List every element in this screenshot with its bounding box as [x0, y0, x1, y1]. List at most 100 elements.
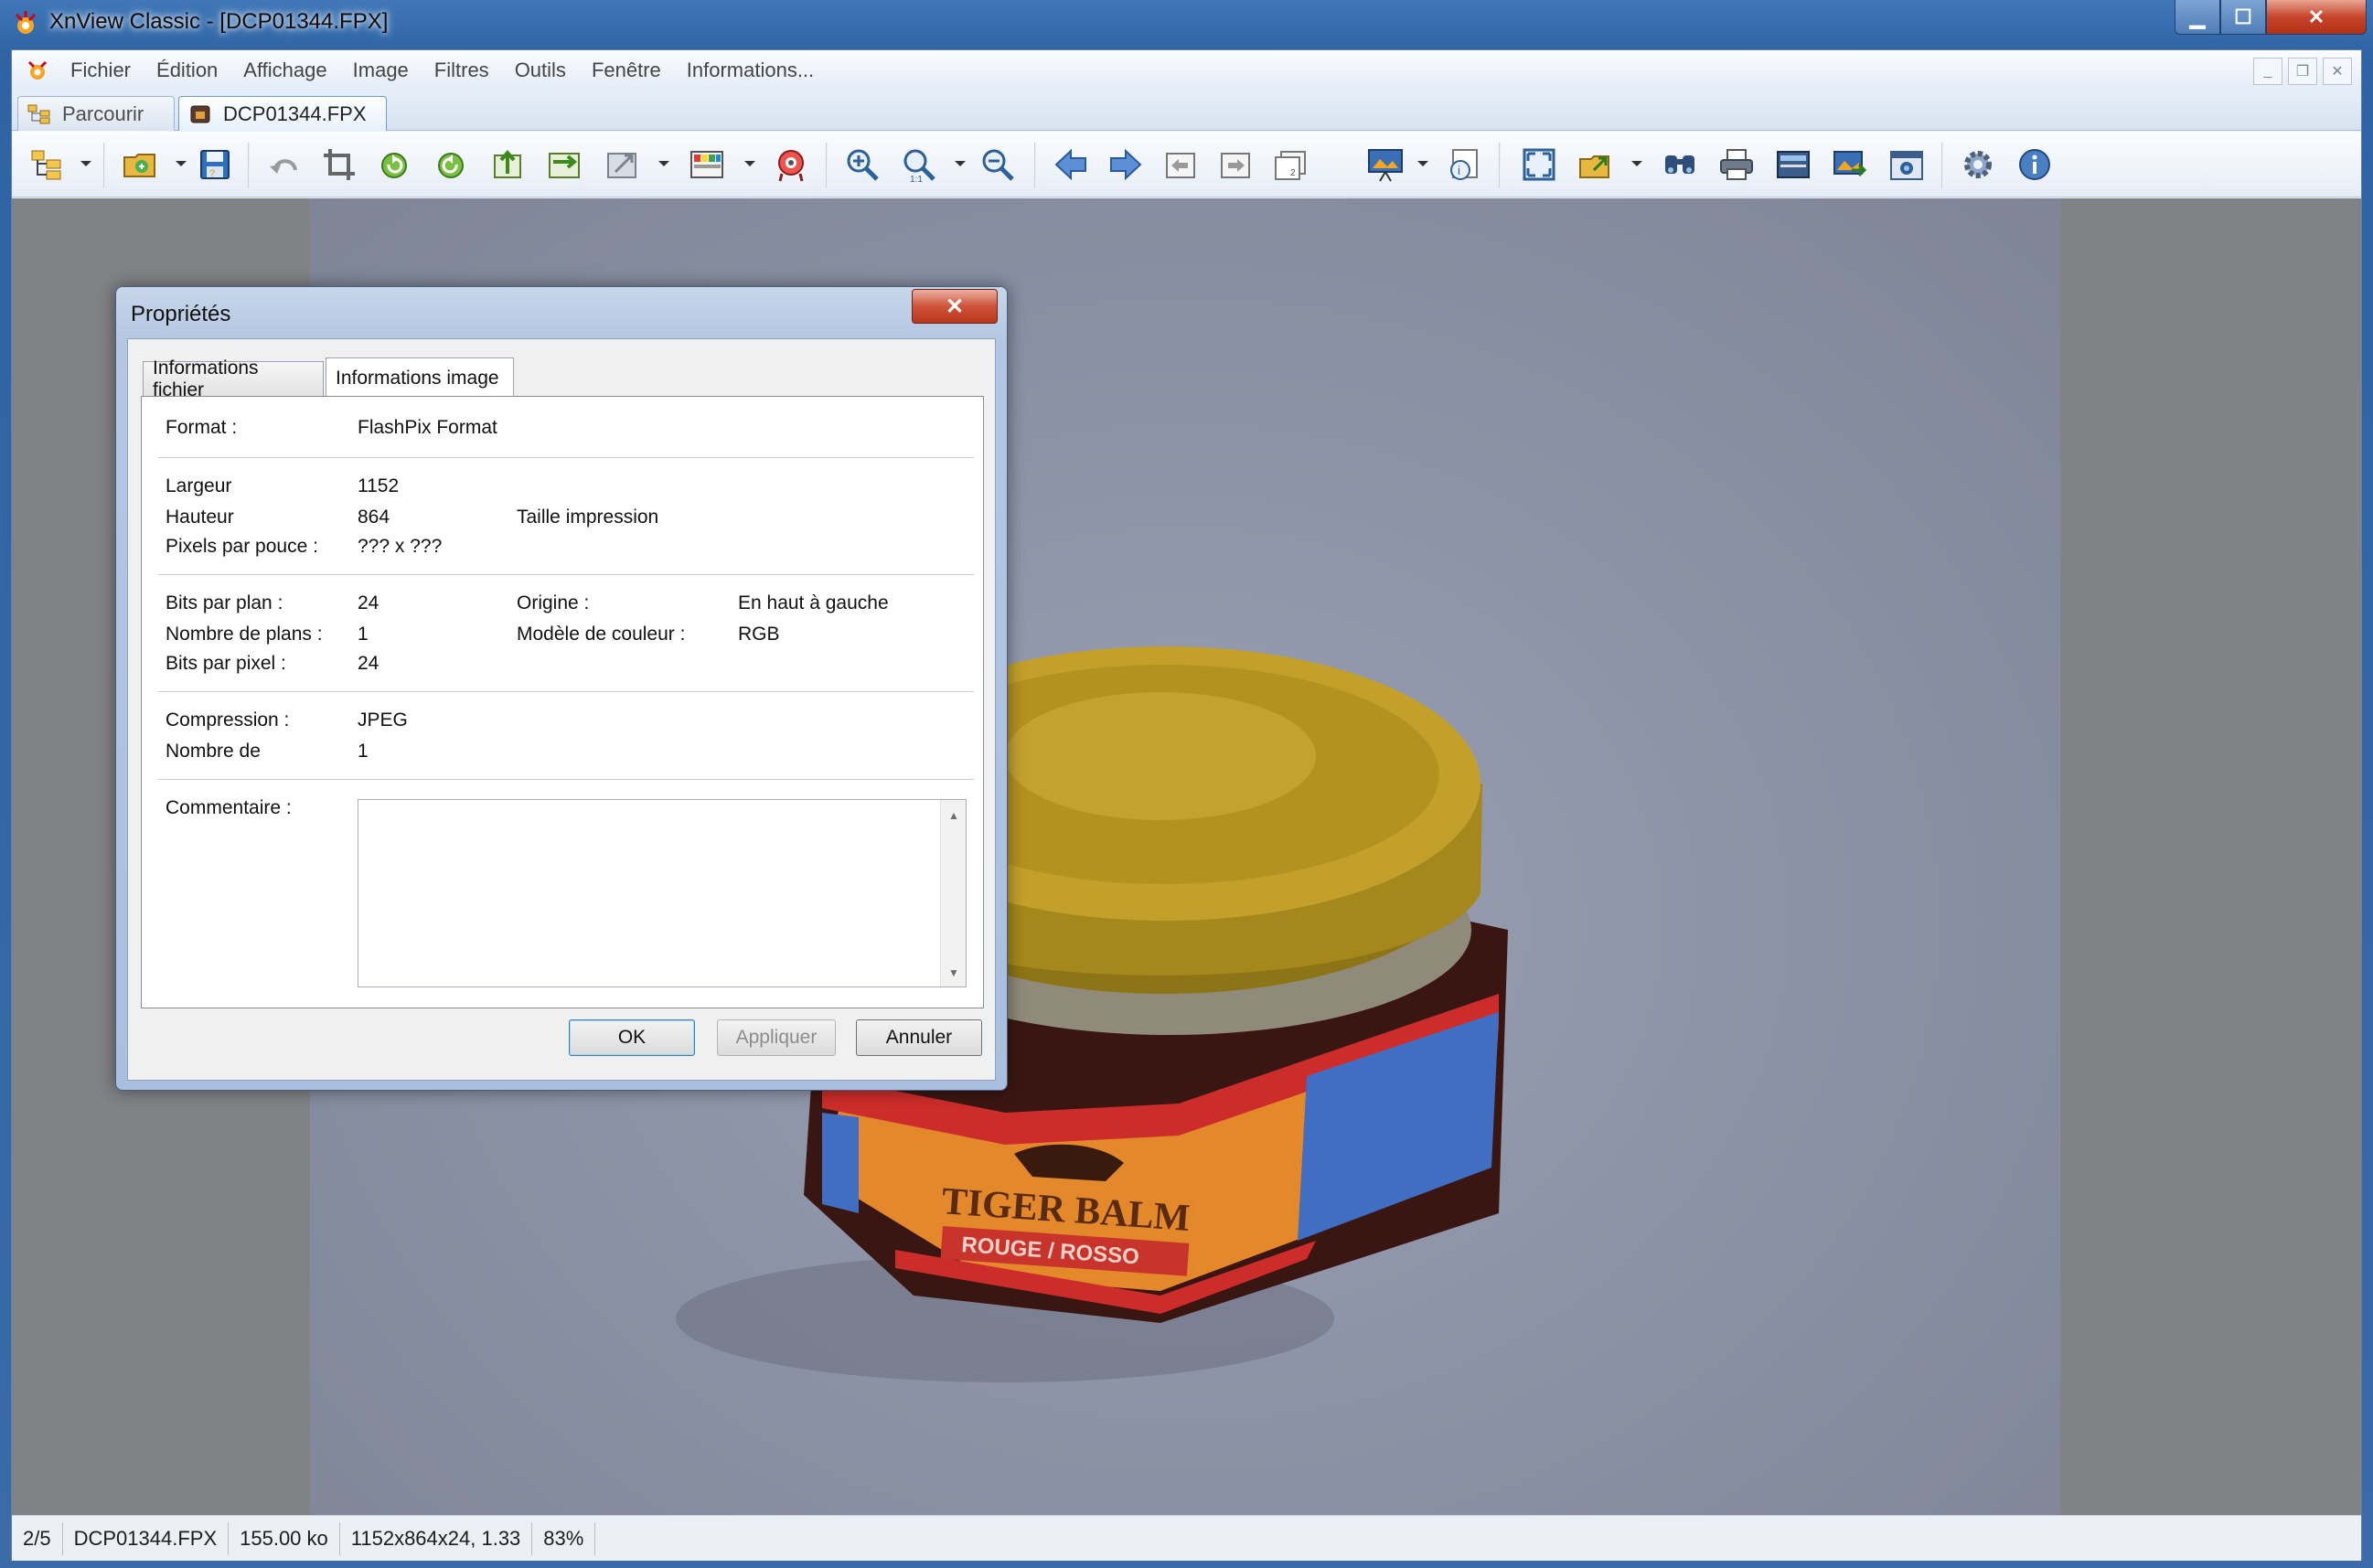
status-filename: DCP01344.FPX — [63, 1521, 230, 1555]
close-window-button[interactable]: ✕ — [2266, 0, 2367, 35]
comment-scrollbar[interactable]: ▲ ▼ — [940, 800, 966, 987]
menu-fenetre[interactable]: Fenêtre — [579, 59, 674, 82]
count-value: 1 — [358, 741, 369, 762]
properties-dialog: Propriétés ✕ Informations fichier Inform… — [115, 286, 1008, 1091]
next-arrow-icon[interactable] — [1106, 144, 1146, 185]
tab-file-info[interactable]: Informations fichier — [143, 357, 324, 400]
status-filesize: 155.00 ko — [229, 1521, 340, 1555]
export-icon[interactable] — [487, 144, 528, 185]
wallpaper-icon[interactable] — [1830, 144, 1870, 185]
svg-text:1:1: 1:1 — [910, 175, 923, 183]
chevron-down-icon[interactable] — [1630, 159, 1643, 168]
bits-per-plane-value: 24 — [358, 592, 379, 613]
red-eye-icon[interactable] — [771, 144, 811, 185]
tab-dcp01344[interactable]: DCP01344.FPX — [178, 96, 387, 131]
find-icon[interactable] — [1660, 144, 1700, 185]
origin-label: Origine : — [517, 592, 590, 613]
title-bar: XnView Classic - [DCP01344.FPX] ▁ ☐ ✕ — [0, 0, 2373, 48]
comment-textarea[interactable]: ▲ ▼ — [358, 799, 967, 987]
previous-arrow-icon[interactable] — [1051, 144, 1091, 185]
color-model-value: RGB — [738, 624, 780, 645]
menu-edition[interactable]: Édition — [144, 59, 230, 82]
xnview-logo-icon — [15, 11, 37, 34]
color-model-label: Modèle de couleur : — [517, 624, 686, 645]
toolbar-separator — [1034, 143, 1036, 188]
dialog-close-button[interactable]: ✕ — [912, 289, 998, 324]
svg-text:i: i — [1458, 164, 1460, 177]
toolbar-separator — [826, 143, 828, 188]
menu-outils[interactable]: Outils — [502, 59, 579, 82]
mdi-close-button[interactable]: ✕ — [2323, 58, 2352, 85]
zoom-in-icon[interactable] — [842, 144, 882, 185]
origin-value: En haut à gauche — [738, 592, 889, 613]
scroll-down-icon[interactable]: ▼ — [948, 966, 959, 979]
print-icon[interactable] — [1716, 144, 1757, 185]
ok-button[interactable]: OK — [569, 1019, 695, 1056]
mdi-restore-button[interactable]: ❐ — [2288, 58, 2317, 85]
crop-icon[interactable] — [319, 144, 359, 185]
status-bar: 2/5 DCP01344.FPX 155.00 ko 1152x864x24, … — [12, 1515, 2361, 1561]
scroll-up-icon[interactable]: ▲ — [948, 809, 959, 822]
adjust-colors-icon[interactable] — [687, 144, 727, 185]
plane-count-value: 1 — [358, 624, 369, 645]
browser-tree-icon — [27, 104, 50, 123]
app-menu-icon[interactable] — [25, 58, 50, 83]
mdi-controls: _ ❐ ✕ — [2253, 58, 2352, 85]
toolbar-separator — [248, 143, 250, 188]
menu-informations[interactable]: Informations... — [674, 59, 827, 82]
mdi-minimize-button[interactable]: _ — [2253, 58, 2282, 85]
tab-parcourir[interactable]: Parcourir — [17, 96, 175, 131]
image-info-panel: Format : FlashPix Format Largeur 1152 Ha… — [141, 396, 984, 1008]
minimize-button[interactable]: ▁ — [2175, 0, 2220, 35]
browser-tree-icon[interactable] — [27, 144, 67, 185]
menu-image[interactable]: Image — [340, 59, 422, 82]
open-folder-icon[interactable] — [120, 144, 160, 185]
zoom-out-icon[interactable] — [978, 144, 1018, 185]
image-file-icon — [190, 105, 210, 123]
chevron-down-icon[interactable] — [657, 159, 670, 168]
resize-icon[interactable] — [603, 144, 643, 185]
svg-text:2: 2 — [1290, 168, 1296, 178]
menu-affichage[interactable]: Affichage — [230, 59, 339, 82]
rotate-left-icon[interactable] — [374, 144, 414, 185]
menu-fichier[interactable]: Fichier — [58, 59, 144, 82]
convert-icon[interactable] — [544, 144, 584, 185]
divider — [158, 457, 974, 459]
chevron-down-icon[interactable] — [743, 159, 756, 168]
chevron-down-icon[interactable] — [954, 159, 967, 168]
slideshow-icon[interactable] — [1365, 144, 1406, 185]
apply-button[interactable]: Appliquer — [717, 1019, 836, 1056]
ppi-label: Pixels par pouce : — [166, 536, 318, 557]
chevron-down-icon[interactable] — [175, 159, 187, 168]
ppi-value: ??? x ??? — [358, 536, 443, 557]
undo-icon[interactable] — [264, 144, 305, 185]
comment-label: Commentaire : — [166, 797, 292, 818]
cancel-button[interactable]: Annuler — [856, 1019, 982, 1056]
chevron-down-icon[interactable] — [80, 159, 92, 168]
info-icon[interactable]: i — [1444, 144, 1484, 185]
count-label: Nombre de — [166, 741, 261, 762]
scan-icon[interactable] — [1773, 144, 1813, 185]
page-icon[interactable]: 2 — [1270, 144, 1310, 185]
divider — [158, 691, 974, 693]
fit-screen-icon[interactable] — [1519, 144, 1559, 185]
first-image-icon[interactable] — [1160, 144, 1201, 185]
format-label: Format : — [166, 417, 238, 438]
dialog-body: Informations fichier Informations image … — [127, 338, 996, 1081]
height-label: Hauteur — [166, 507, 234, 528]
save-icon[interactable]: ? — [195, 144, 235, 185]
toolbar-separator — [1941, 143, 1943, 188]
capture-icon[interactable] — [1887, 144, 1927, 185]
compression-value: JPEG — [358, 709, 408, 731]
tab-image-info[interactable]: Informations image — [326, 357, 514, 398]
about-icon[interactable] — [2015, 144, 2055, 185]
rotate-right-icon[interactable] — [431, 144, 471, 185]
maximize-button[interactable]: ☐ — [2220, 0, 2266, 35]
zoom-1to1-icon[interactable]: 1:1 — [899, 144, 939, 185]
tab-label: Parcourir — [62, 101, 144, 125]
menu-filtres[interactable]: Filtres — [422, 59, 502, 82]
settings-icon[interactable] — [1958, 144, 1998, 185]
last-image-icon[interactable] — [1215, 144, 1256, 185]
open-with-icon[interactable] — [1576, 144, 1616, 185]
chevron-down-icon[interactable] — [1416, 159, 1429, 168]
